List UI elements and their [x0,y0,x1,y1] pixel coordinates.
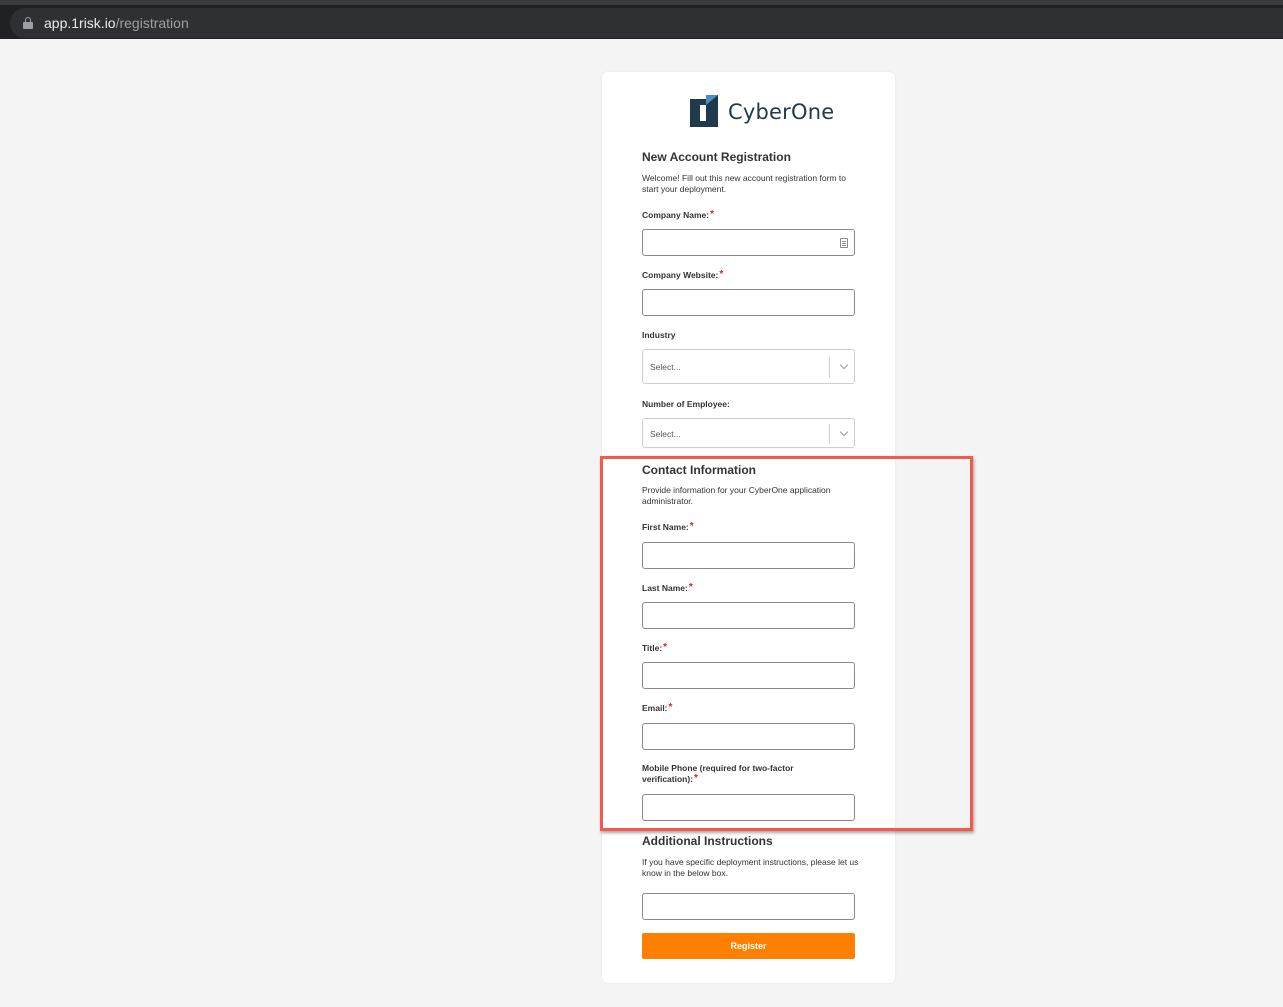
required-marker: * [719,269,724,280]
company-name-input[interactable] [642,229,855,256]
cyberone-logo-icon [690,95,718,127]
required-marker: * [710,209,714,220]
url-text[interactable]: app.1risk.io/registration [44,15,189,31]
address-bar[interactable]: app.1risk.io/registration [10,8,1283,38]
industry-select[interactable]: Select... [642,349,855,384]
browser-toolbar: app.1risk.io/registration [0,0,1283,39]
chevron-down-icon[interactable] [839,360,849,370]
cyberone-logo: CyberOne [690,95,834,127]
employees-placeholder: Select... [650,429,681,439]
select-separator [829,424,830,444]
employees-label: Number of Employee: [642,399,730,409]
company-name-label: Company Name:* [642,209,714,221]
url-path: /registration [115,15,189,31]
additional-description: If you have specific deployment instruct… [642,857,859,878]
autofill-icon[interactable] [840,238,848,248]
company-website-input[interactable] [642,289,855,316]
industry-label: Industry [642,330,676,340]
additional-section-title: Additional Instructions [642,834,773,848]
company-website-label: Company Website:* [642,269,724,281]
lock-icon[interactable] [23,17,33,29]
form-description: Welcome! Fill out this new account regis… [642,173,846,194]
form-title: New Account Registration [642,150,791,164]
select-separator [829,357,830,378]
industry-placeholder: Select... [650,362,681,372]
chevron-down-icon[interactable] [839,427,849,437]
url-host: app.1risk.io [44,15,116,31]
employees-select[interactable]: Select... [642,418,855,448]
contact-highlight-box [600,456,973,831]
register-button[interactable]: Register [642,933,855,959]
additional-instructions-input[interactable] [642,893,855,920]
logo-wordmark: CyberOne [728,100,835,124]
